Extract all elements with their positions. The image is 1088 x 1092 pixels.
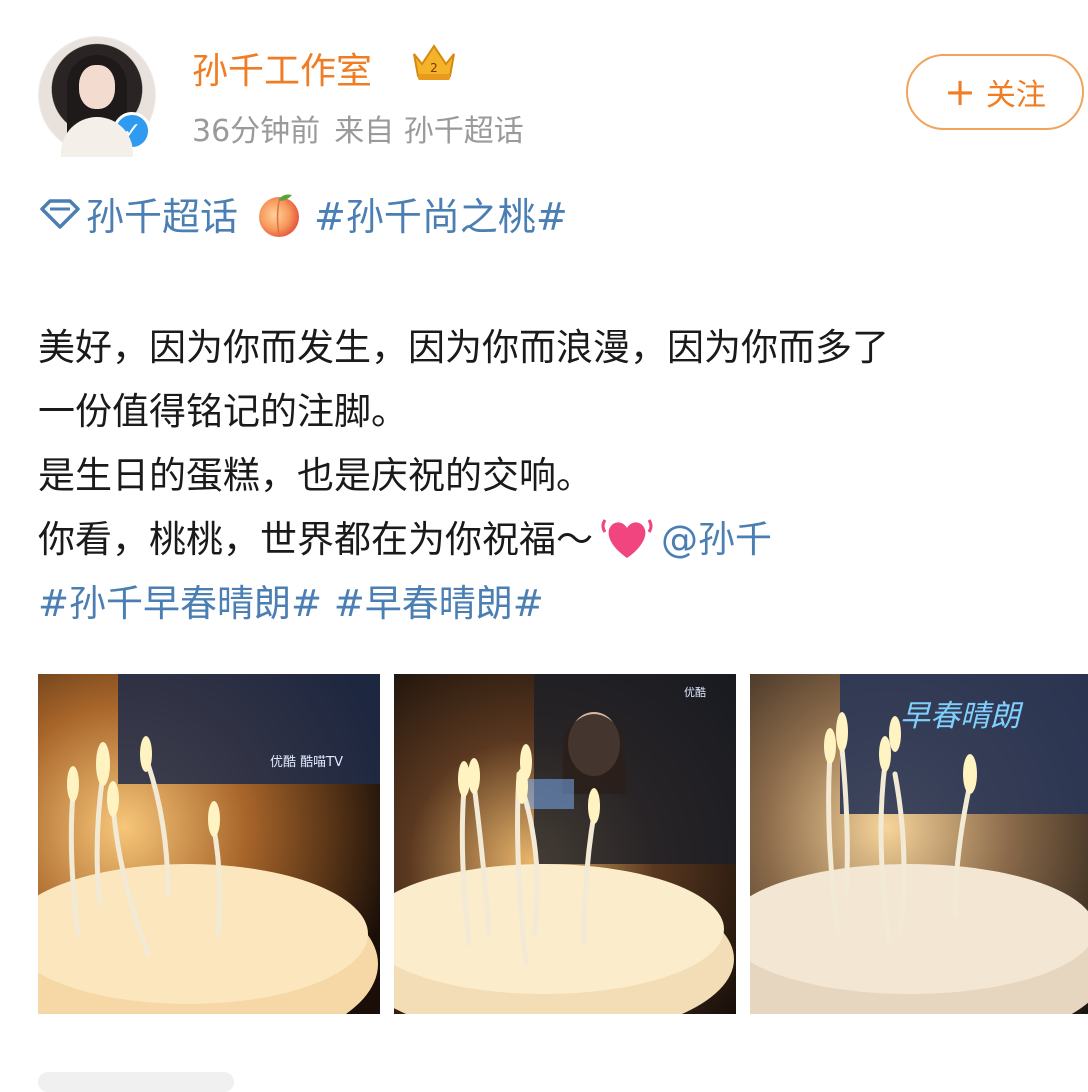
avatar-face bbox=[79, 65, 115, 109]
svg-text:2: 2 bbox=[430, 61, 438, 75]
body-line-4-text: 你看，桃桃，世界都在为你祝福～ bbox=[38, 518, 593, 561]
super-topic-link[interactable]: 孙千超话 bbox=[86, 186, 238, 241]
post-photo-3[interactable]: 早春晴朗 bbox=[750, 674, 1088, 1014]
post-time: 36分钟前 bbox=[192, 114, 321, 149]
hashtag-2[interactable]: #早春晴朗# bbox=[334, 582, 544, 625]
post-photo-2[interactable]: 优酷 bbox=[394, 674, 736, 1014]
mention-link[interactable]: @孙千 bbox=[661, 518, 772, 561]
post-meta: 36分钟前 来自 孙千超话 bbox=[192, 106, 524, 150]
photo-2-screen-text: 优酷 bbox=[684, 686, 706, 699]
photo-1-screen-text: 优酷 酷喵TV bbox=[270, 755, 343, 770]
topic-line: 孙千超话 #孙千尚之桃# bbox=[38, 186, 568, 241]
peach-emoji bbox=[259, 194, 300, 237]
follow-label: 关注 bbox=[985, 78, 1046, 113]
follow-button[interactable]: + 关注 bbox=[906, 54, 1084, 130]
body-line-2: 一份值得铭记的注脚。 bbox=[38, 390, 408, 433]
plus-icon: + bbox=[944, 70, 976, 114]
post-photo-1[interactable]: 优酷 酷喵TV bbox=[38, 674, 380, 1014]
body-line-3: 是生日的蛋糕，也是庆祝的交响。 bbox=[38, 454, 593, 497]
body-line-1: 美好，因为你而发生，因为你而浪漫，因为你而多了 bbox=[38, 326, 889, 369]
bottom-action-pill[interactable] bbox=[38, 1072, 234, 1092]
post-source[interactable]: 来自 孙千超话 bbox=[334, 114, 524, 149]
diamond-topic-icon bbox=[40, 198, 80, 229]
post-body: 美好，因为你而发生，因为你而浪漫，因为你而多了 一份值得铭记的注脚。 是生日的蛋… bbox=[38, 316, 1068, 636]
photo-3-screen-text: 早春晴朗 bbox=[900, 699, 1024, 734]
hashtag-line: #孙千早春晴朗# #早春晴朗# bbox=[38, 572, 1068, 636]
author-name[interactable]: 孙千工作室 bbox=[192, 42, 372, 94]
beating-heart-emoji bbox=[601, 519, 653, 558]
body-line-4: 你看，桃桃，世界都在为你祝福～ @孙千 bbox=[38, 508, 1068, 572]
crown-icon: 2 bbox=[413, 44, 455, 80]
hashtag-1[interactable]: #孙千早春晴朗# bbox=[38, 582, 322, 625]
topic-tag-link[interactable]: #孙千尚之桃# bbox=[314, 186, 568, 241]
